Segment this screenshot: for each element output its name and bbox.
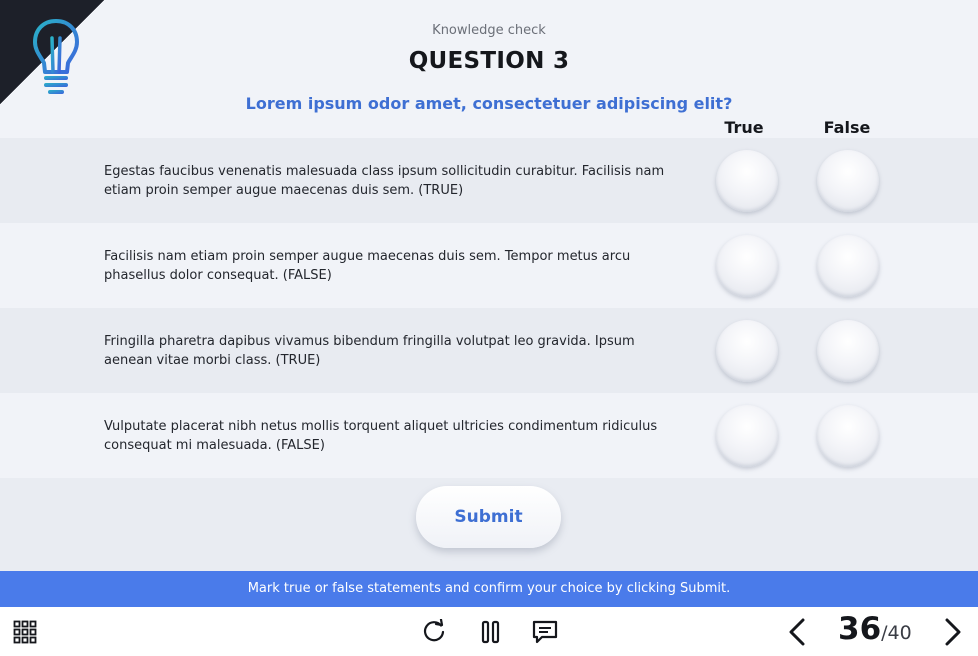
- true-radio[interactable]: [716, 319, 778, 382]
- chevron-left-icon[interactable]: [786, 617, 808, 647]
- pause-icon[interactable]: [478, 619, 504, 645]
- chat-icon[interactable]: [531, 619, 559, 645]
- page-current: 36: [838, 611, 882, 647]
- statement-row: Egestas faucibus venenatis malesuada cla…: [0, 138, 978, 223]
- page-counter: 36 / 40: [838, 611, 912, 651]
- footer-bar: 36 / 40: [0, 607, 978, 656]
- statement-text: Egestas faucibus venenatis malesuada cla…: [104, 163, 665, 198]
- column-header-false: False: [823, 118, 871, 137]
- instruction-bar: Mark true or false statements and confir…: [0, 571, 978, 607]
- replay-icon[interactable]: [421, 619, 447, 645]
- statement-text: Fringilla pharetra dapibus vivamus biben…: [104, 333, 635, 368]
- true-radio[interactable]: [716, 404, 778, 467]
- grid-menu-icon[interactable]: [13, 620, 37, 644]
- false-radio[interactable]: [817, 319, 879, 382]
- false-radio[interactable]: [817, 149, 879, 212]
- submit-button[interactable]: Submit: [416, 486, 561, 548]
- question-text: Lorem ipsum odor amet, consectetuer adip…: [245, 94, 733, 113]
- page-title: QUESTION 3: [408, 48, 570, 74]
- statement-row: Fringilla pharetra dapibus vivamus biben…: [0, 308, 978, 393]
- statement-row: Vulputate placerat nibh netus mollis tor…: [0, 393, 978, 478]
- true-radio[interactable]: [716, 149, 778, 212]
- statement-row: Facilisis nam etiam proin semper augue m…: [0, 223, 978, 308]
- subtitle: Knowledge check: [432, 23, 546, 38]
- chevron-right-icon[interactable]: [942, 617, 964, 647]
- true-radio[interactable]: [716, 234, 778, 297]
- column-header-true: True: [724, 118, 764, 137]
- statement-text: Vulputate placerat nibh netus mollis tor…: [104, 418, 658, 453]
- false-radio[interactable]: [817, 234, 879, 297]
- page-total: 40: [887, 622, 912, 644]
- false-radio[interactable]: [817, 404, 879, 467]
- statement-list: Egestas faucibus venenatis malesuada cla…: [0, 138, 978, 478]
- statement-text: Facilisis nam etiam proin semper augue m…: [104, 248, 631, 283]
